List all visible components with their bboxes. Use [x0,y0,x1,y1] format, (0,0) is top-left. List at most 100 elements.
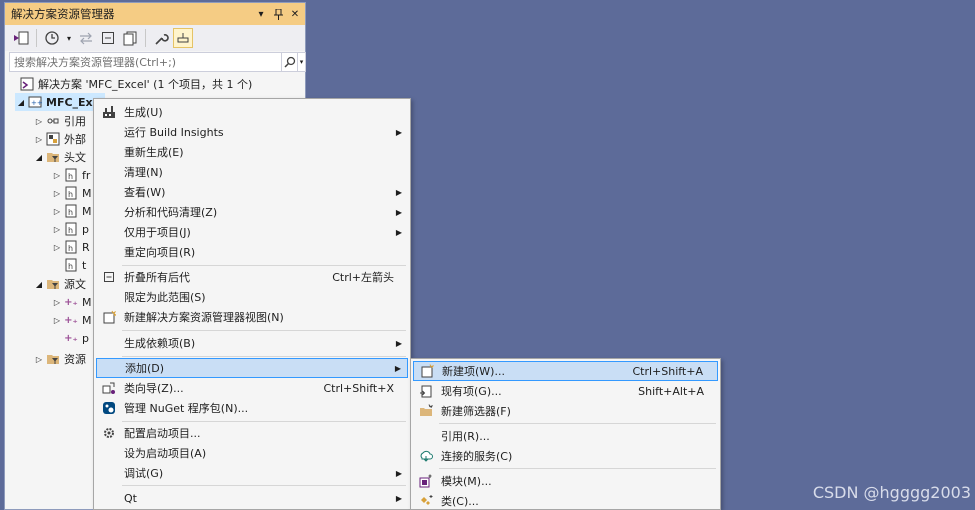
tree-item[interactable]: ▷ h fr [51,166,90,184]
menu-item-collapse-all[interactable]: 折叠所有后代 Ctrl+左箭头 [96,267,408,287]
tree-item-label: 外部 [64,133,86,146]
close-icon[interactable]: ✕ [288,6,302,22]
svg-text:++: ++ [31,99,42,107]
switch-views-icon[interactable] [11,28,31,48]
menu-item-label: 新建筛选器(F) [441,405,511,418]
menu-item-project-only[interactable]: 仅用于项目(J) ▶ [96,222,408,242]
sync-icon[interactable] [76,28,96,48]
menu-item-label: 添加(D) [125,362,165,375]
tree-item-label: fr [82,168,91,182]
collapsed-arrow-icon[interactable]: ▷ [33,355,45,364]
tree-item[interactable]: ▷ h M [51,202,92,220]
menu-item-connected-service[interactable]: 连接的服务(C) [413,446,718,466]
expanded-arrow-icon[interactable]: ◢ [33,280,45,289]
tree-item[interactable]: ◢ 源文 [33,275,86,293]
chevron-down-icon[interactable]: ▾ [64,28,74,48]
search-icon[interactable] [281,53,297,71]
header-file-icon: h [63,239,79,255]
cpp-file-icon: +₊ [64,332,78,344]
tree-item-label: 源文 [64,278,86,291]
menu-item-build[interactable]: 生成(U) [96,102,408,122]
collapsed-arrow-icon[interactable]: ▷ [33,135,45,144]
menu-item-existing-item[interactable]: 现有项(G)... Shift+Alt+A [413,381,718,401]
tree-item[interactable]: ▷ 外部 [33,130,86,148]
tree-item[interactable]: ▷ +₊ M [51,311,92,329]
tree-solution-node[interactable]: 解决方案 'MFC_Excel' (1 个项目，共 1 个) [19,75,252,93]
tree-item[interactable]: +₊ p [63,329,89,347]
menu-item-scope-to-this[interactable]: 限定为此范围(S) [96,287,408,307]
tree-item-label: R [82,240,90,254]
tree-item[interactable]: ▷ +₊ M [51,293,92,311]
menu-item-analyze[interactable]: 分析和代码清理(Z) ▶ [96,202,408,222]
history-icon[interactable] [42,28,62,48]
tree-item[interactable]: ▷ h R [51,238,90,256]
menu-item-rebuild[interactable]: 重新生成(E) [96,142,408,162]
project-label: MFC_Ex [46,95,93,109]
menu-item-manage-nuget[interactable]: 管理 NuGet 程序包(N)... [96,398,408,418]
menu-item-set-startup[interactable]: 设为启动项目(A) [96,443,408,463]
preview-selected-icon[interactable] [173,28,193,48]
tree-item[interactable]: ◢ 头文 [33,148,86,166]
connected-service-icon [415,448,437,464]
expanded-arrow-icon[interactable]: ◢ [33,153,45,162]
submenu-arrow-icon: ▶ [395,338,402,348]
new-item-icon [416,363,438,379]
menu-item-label: 管理 NuGet 程序包(N)... [124,402,249,415]
submenu-arrow-icon: ▶ [395,227,402,237]
menu-item-class-wizard[interactable]: 类向导(Z)... Ctrl+Shift+X [96,378,408,398]
submenu-arrow-icon: ▶ [395,207,402,217]
tree-project-node[interactable]: ◢ ++ MFC_Ex [15,93,105,111]
menu-item-new-explorer-view[interactable]: 新建解决方案资源管理器视图(N) [96,307,408,327]
svg-text:h: h [68,190,73,199]
menu-item-label: 生成依赖项(B) [124,337,196,350]
tree-item[interactable]: ▷ h M [51,184,92,202]
svg-text:h: h [68,244,73,253]
menu-item-label: 新建解决方案资源管理器视图(N) [124,311,284,324]
search-input[interactable]: 搜索解决方案资源管理器(Ctrl+;) [14,54,281,70]
collapsed-arrow-icon[interactable]: ▷ [51,207,63,216]
menu-item-build-insights[interactable]: 运行 Build Insights ▶ [96,122,408,142]
properties-wrench-icon[interactable] [151,28,171,48]
tree-item-label: 资源 [64,353,86,366]
menu-item-label: 重定向项目(R) [124,246,196,259]
tree-item[interactable]: ▷ h p [51,220,89,238]
new-filter-icon [415,403,437,419]
search-options-chevron-icon[interactable]: ▾ [297,53,305,71]
collapsed-arrow-icon[interactable]: ▷ [51,171,63,180]
menu-item-add[interactable]: 添加(D) ▶ [96,358,408,378]
menu-item-class[interactable]: 类(C)... [413,491,718,510]
collapsed-arrow-icon[interactable]: ▷ [51,316,63,325]
tree-item[interactable]: h t [63,256,86,274]
collapsed-arrow-icon[interactable]: ▷ [51,225,63,234]
menu-item-new-filter[interactable]: 新建筛选器(F) [413,401,718,421]
menu-item-new-item[interactable]: 新建项(W)... Ctrl+Shift+A [413,361,718,381]
menu-item-debug[interactable]: 调试(G) ▶ [96,463,408,483]
tree-item-label: t [82,258,87,272]
pin-icon[interactable] [271,6,285,22]
tree-item-label: M [82,313,92,327]
collapsed-arrow-icon[interactable]: ▷ [51,189,63,198]
dropdown-icon[interactable]: ▾ [254,6,268,22]
collapsed-arrow-icon[interactable]: ▷ [51,243,63,252]
show-all-files-icon[interactable] [120,28,140,48]
panel-titlebar: 解决方案资源管理器 ▾ ✕ [5,3,305,25]
menu-item-module[interactable]: 模块(M)... [413,471,718,491]
menu-item-view[interactable]: 查看(W) ▶ [96,182,408,202]
menu-item-clean[interactable]: 清理(N) [96,162,408,182]
menu-item-configure-startup[interactable]: 配置启动项目... [96,423,408,443]
collapsed-arrow-icon[interactable]: ▷ [51,298,63,307]
menu-item-shortcut: Shift+Alt+A [638,384,704,398]
tree-item-label: M [82,295,92,309]
collapse-all-icon[interactable] [98,28,118,48]
menu-item-qt[interactable]: Qt ▶ [96,488,408,508]
menu-item-label: 模块(M)... [441,475,492,488]
header-file-icon: h [63,257,79,273]
tree-item[interactable]: ▷ 资源 [33,350,86,368]
expanded-arrow-icon[interactable]: ◢ [15,98,27,107]
collapsed-arrow-icon[interactable]: ▷ [33,117,45,126]
tree-item[interactable]: ▷ 引用 [33,112,86,130]
menu-item-reference[interactable]: 引用(R)... [413,426,718,446]
search-box[interactable]: 搜索解决方案资源管理器(Ctrl+;) ▾ [9,52,306,72]
menu-item-retarget[interactable]: 重定向项目(R) [96,242,408,262]
menu-item-build-dependencies[interactable]: 生成依赖项(B) ▶ [96,333,408,353]
